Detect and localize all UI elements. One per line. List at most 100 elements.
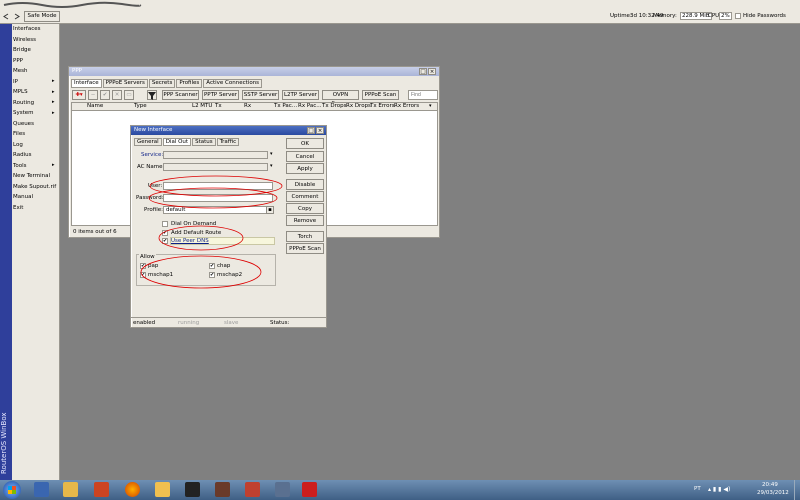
- comment-button[interactable]: Comment: [286, 191, 324, 202]
- apply-button[interactable]: Apply: [286, 163, 324, 174]
- language-indicator[interactable]: PT: [694, 486, 701, 492]
- remove-button[interactable]: −: [88, 90, 98, 100]
- taskbar-icon-6[interactable]: [185, 482, 200, 497]
- sidebar-item-new-terminal[interactable]: New Terminal: [13, 173, 59, 184]
- sidebar-item-ppp[interactable]: PPP: [13, 58, 59, 69]
- mschap1-checkbox[interactable]: ✔: [140, 272, 146, 278]
- filter-button[interactable]: [147, 90, 157, 100]
- column-header[interactable]: Rx Errors: [394, 103, 419, 109]
- torch-button[interactable]: Torch: [286, 231, 324, 242]
- sidebar-item-queues[interactable]: Queues: [13, 121, 59, 132]
- redo-button[interactable]: [12, 12, 21, 21]
- sstp-server-button[interactable]: SSTP Server: [242, 90, 279, 100]
- tab-profiles[interactable]: Profiles: [176, 79, 203, 88]
- firefox-icon[interactable]: [125, 482, 140, 497]
- taskbar-icon-7[interactable]: [215, 482, 230, 497]
- mschap2-checkbox[interactable]: ✔: [209, 272, 215, 278]
- column-header[interactable]: Name: [87, 103, 103, 109]
- cancel-button[interactable]: Cancel: [286, 151, 324, 162]
- sidebar-item-exit[interactable]: Exit: [13, 205, 59, 216]
- safe-mode-button[interactable]: Safe Mode: [24, 11, 60, 22]
- mschap1-label: mschap1: [148, 272, 174, 278]
- pptp-server-button[interactable]: PPTP Server: [202, 90, 239, 100]
- column-header[interactable]: Tx: [215, 103, 222, 109]
- sidebar-item-interfaces[interactable]: Interfaces: [13, 26, 59, 37]
- hide-passwords-checkbox[interactable]: [735, 13, 741, 19]
- sidebar-item-bridge[interactable]: Bridge: [13, 47, 59, 58]
- password-input[interactable]: [163, 194, 273, 202]
- dialog-maximize-button[interactable]: □: [307, 127, 315, 134]
- dialog-titlebar: New Interface □ ×: [131, 126, 326, 135]
- user-input[interactable]: [163, 182, 273, 190]
- sidebar-item-mesh[interactable]: Mesh: [13, 68, 59, 79]
- taskbar-icon-5[interactable]: [155, 482, 170, 497]
- column-header[interactable]: Tx Pac...: [274, 103, 297, 109]
- pap-checkbox[interactable]: ✔: [140, 263, 146, 269]
- ac-name-field[interactable]: [163, 163, 268, 171]
- disable-button[interactable]: ✕: [112, 90, 122, 100]
- profile-select[interactable]: default: [163, 206, 268, 214]
- taskbar-icon-2[interactable]: [63, 482, 78, 497]
- show-desktop-button[interactable]: [794, 480, 800, 500]
- enable-button[interactable]: ✔: [100, 90, 110, 100]
- taskbar-icon-10[interactable]: [302, 482, 317, 497]
- tab-active-connections[interactable]: Active Connections: [203, 79, 263, 88]
- ppp-close-button[interactable]: ×: [428, 68, 436, 75]
- use-peer-dns-checkbox[interactable]: ✔: [162, 238, 168, 244]
- title-scribble: [2, 1, 142, 8]
- tab-interface[interactable]: Interface: [71, 79, 102, 88]
- column-header[interactable]: Tx Errors: [370, 103, 395, 109]
- clock-time: 20:49: [762, 482, 778, 488]
- dial-on-demand-checkbox[interactable]: [162, 221, 168, 227]
- ppp-maximize-button[interactable]: □: [419, 68, 427, 75]
- pppoe-scan-button[interactable]: PPPoE Scan: [286, 243, 324, 254]
- tab-pppoe-servers[interactable]: PPPoE Servers: [102, 79, 148, 88]
- tab-traffic[interactable]: Traffic: [216, 138, 240, 146]
- sidebar-item-files[interactable]: Files: [13, 131, 59, 142]
- sidebar-item-manual[interactable]: Manual: [13, 194, 59, 205]
- status-enabled: enabled: [133, 320, 156, 326]
- column-header[interactable]: Rx: [244, 103, 251, 109]
- status-label: Status:: [270, 320, 290, 326]
- ovpn-server-button[interactable]: OVPN Server: [322, 90, 359, 107]
- add-default-route-checkbox[interactable]: ✔: [162, 230, 168, 236]
- sidebar-item-radius[interactable]: Radius: [13, 152, 59, 163]
- tab-status[interactable]: Status: [192, 138, 216, 146]
- column-header[interactable]: Type: [134, 103, 147, 109]
- column-header[interactable]: Tx Drops: [322, 103, 346, 109]
- sidebar-item-make-supout[interactable]: Make Supout.rif: [13, 184, 59, 195]
- chevron-down-icon[interactable]: ▾: [429, 103, 432, 109]
- column-header[interactable]: Rx Pac...: [298, 103, 322, 109]
- ppp-scanner-button[interactable]: PPP Scanner: [162, 90, 199, 100]
- service-dropdown-icon[interactable]: ▾: [270, 151, 273, 157]
- find-input[interactable]: [408, 90, 438, 100]
- taskbar-icon-3[interactable]: [94, 482, 109, 497]
- column-header[interactable]: L2 MTU: [192, 103, 212, 109]
- scribble-graphic: [3, 1, 142, 8]
- taskbar-icon-9[interactable]: [275, 482, 290, 497]
- profile-dropdown-button[interactable]: ▪: [266, 206, 274, 214]
- add-button[interactable]: ✚▾: [72, 90, 86, 100]
- sidebar-item-wireless[interactable]: Wireless: [13, 37, 59, 48]
- pppoe-scan-button[interactable]: PPPoE Scan: [362, 90, 399, 100]
- copy-button[interactable]: Copy: [286, 203, 324, 214]
- undo-button[interactable]: [2, 12, 11, 21]
- l2tp-server-button[interactable]: L2TP Server: [282, 90, 319, 100]
- tab-secrets[interactable]: Secrets: [148, 79, 176, 88]
- dialog-close-button[interactable]: ×: [316, 127, 324, 134]
- taskbar-icon-8[interactable]: [245, 482, 260, 497]
- remove-button[interactable]: Remove: [286, 215, 324, 226]
- disable-button[interactable]: Disable: [286, 179, 324, 190]
- column-header[interactable]: Rx Drops: [346, 103, 371, 109]
- service-field[interactable]: [163, 151, 268, 159]
- comment-button[interactable]: ▭: [124, 90, 134, 100]
- tray-icons[interactable]: ▴ ▮ ▮ ◀): [708, 486, 753, 494]
- taskbar-icon-1[interactable]: [34, 482, 49, 497]
- ac-name-dropdown-icon[interactable]: ▾: [270, 163, 273, 169]
- memory-value: 228.9 MiB: [680, 12, 712, 20]
- tab-dial-out[interactable]: Dial Out: [162, 138, 192, 146]
- ok-button[interactable]: OK: [286, 138, 324, 149]
- sidebar-item-log[interactable]: Log: [13, 142, 59, 153]
- tab-general[interactable]: General: [134, 138, 162, 146]
- chap-checkbox[interactable]: ✔: [209, 263, 215, 269]
